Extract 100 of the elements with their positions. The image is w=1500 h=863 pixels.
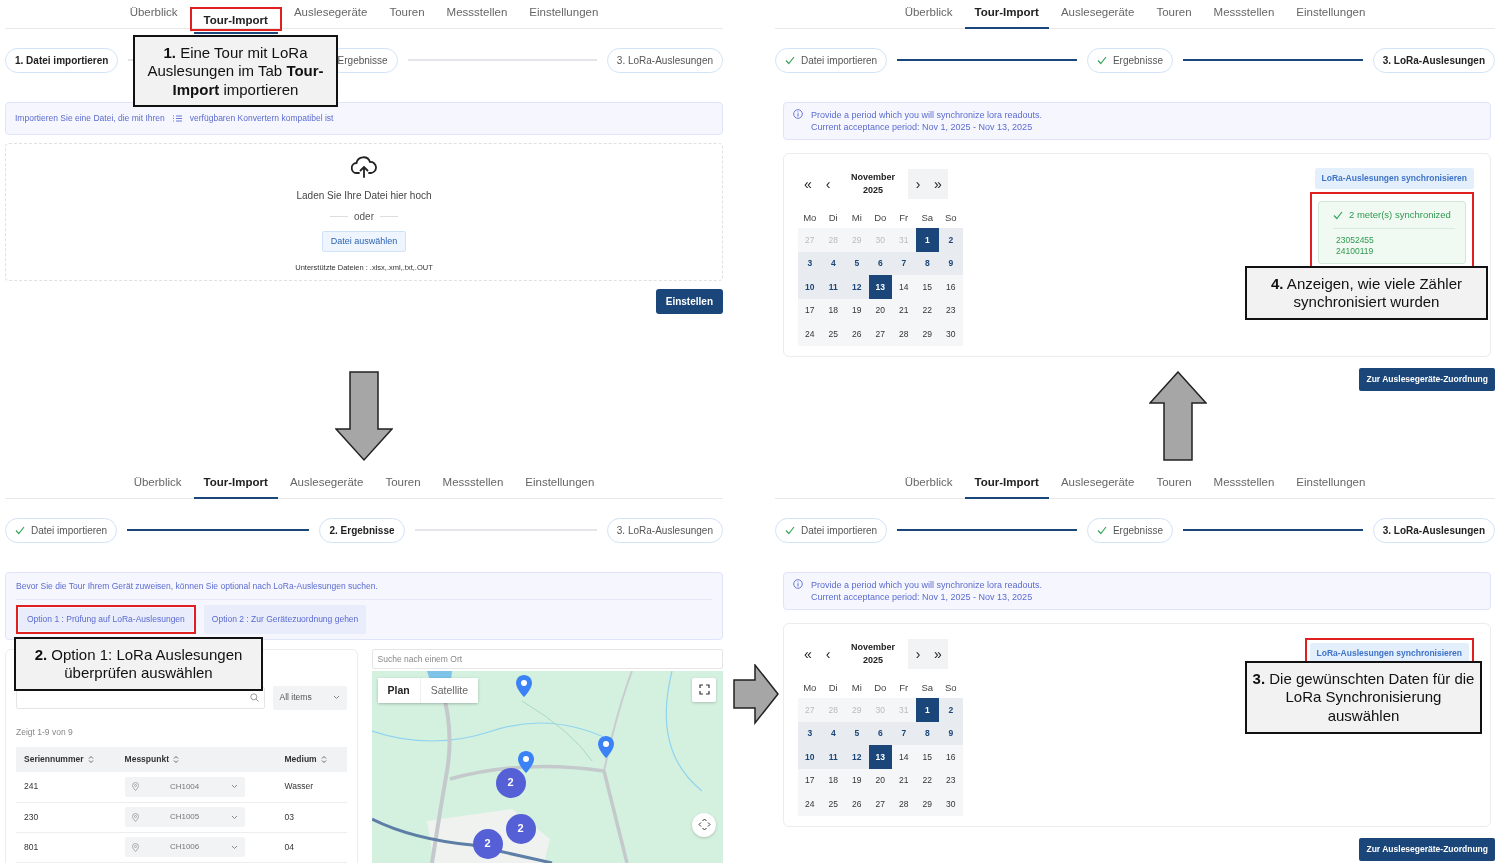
calendar-day[interactable]: 13 <box>868 275 892 299</box>
submit-button[interactable]: Einstellen <box>655 288 723 314</box>
calendar-day[interactable]: 15 <box>915 275 939 299</box>
calendar-day[interactable]: 27 <box>868 792 892 816</box>
calendar-day[interactable]: 3 <box>798 251 822 276</box>
weekday-label: Sa <box>920 681 935 696</box>
nav-tab[interactable]: Tour-Import <box>193 473 278 499</box>
calendar-day[interactable]: 30 <box>939 792 963 816</box>
nav-tab[interactable]: Messstellen <box>432 473 514 499</box>
calendar-day[interactable]: 30 <box>939 322 963 346</box>
calendar-day[interactable]: 9 <box>939 721 963 746</box>
nav-tab[interactable]: Einstellungen <box>519 3 609 29</box>
calendar-day[interactable]: 2 <box>939 228 963 252</box>
calendar-day[interactable]: 27 <box>868 322 892 346</box>
calendar-day[interactable]: 23 <box>939 298 963 323</box>
nav-tab[interactable]: Touren <box>375 473 431 499</box>
calendar-day[interactable]: 14 <box>892 275 916 299</box>
location-search-field[interactable]: Suche nach einem Ort <box>371 648 723 669</box>
choose-file-button[interactable]: Datei auswählen <box>321 230 407 253</box>
nav-tab[interactable]: Touren <box>1146 473 1202 499</box>
next-button[interactable]: Zur Auslesegeräte-Zuordnung <box>1359 368 1495 392</box>
nav-tab[interactable]: Einstellungen <box>1286 473 1376 499</box>
calendar-day[interactable]: 17 <box>798 298 822 323</box>
option-button[interactable]: Option 1 : Prüfung auf LoRa-Auslesungen <box>19 607 193 631</box>
calendar-day[interactable]: 29 <box>915 792 939 816</box>
calendar-day[interactable]: 5 <box>845 251 869 276</box>
calendar-day[interactable]: 11 <box>821 275 845 299</box>
nav-tab[interactable]: Tour-Import <box>964 3 1049 29</box>
nav-tab[interactable]: Auslesegeräte <box>283 3 378 29</box>
calendar-day[interactable]: 7 <box>892 251 916 276</box>
nav-tab[interactable]: Überblick <box>894 3 963 29</box>
calendar-day[interactable]: 26 <box>845 322 869 346</box>
calendar-day[interactable]: 12 <box>845 745 869 769</box>
calendar-day[interactable]: 17 <box>798 768 822 793</box>
calendar-day[interactable]: 14 <box>892 745 916 769</box>
nav-tab[interactable]: Messstellen <box>436 3 518 29</box>
map-pin-icon[interactable] <box>597 735 614 758</box>
calendar-day[interactable]: 29 <box>915 322 939 346</box>
info-text: Provide a period which you will synchronize lora readouts. <box>811 109 1043 122</box>
calendar-day[interactable]: 10 <box>798 275 822 299</box>
nav-tab[interactable]: Überblick <box>123 473 192 499</box>
calendar-day[interactable]: 28 <box>892 792 916 816</box>
sync-button[interactable]: LoRa-Auslesungen synchronisieren <box>1314 168 1474 190</box>
nav-tab[interactable]: Einstellungen <box>515 473 605 499</box>
calendar-day[interactable]: 7 <box>892 721 916 746</box>
nav-tab[interactable]: Auslesegeräte <box>1050 473 1145 499</box>
nav-tab[interactable]: Tour-Import <box>964 473 1049 499</box>
nav-tab[interactable]: Tour-Import <box>193 13 278 34</box>
calendar-day[interactable]: 24 <box>798 322 822 346</box>
nav-tab[interactable]: Auslesegeräte <box>279 473 374 499</box>
next-year-button[interactable]: » <box>928 639 948 670</box>
previous-month-button[interactable]: ‹ <box>818 639 838 670</box>
next-month-button[interactable]: › <box>908 169 928 200</box>
calendar-day[interactable]: 12 <box>845 275 869 299</box>
weekday-label: So <box>943 211 958 226</box>
previous-year-button[interactable]: « <box>798 639 818 670</box>
next-month-button[interactable]: › <box>908 639 928 670</box>
nav-tab[interactable]: Messstellen <box>1203 3 1285 29</box>
previous-year-button[interactable]: « <box>798 169 818 200</box>
calendar-day[interactable]: 15 <box>915 745 939 769</box>
calendar-day[interactable]: 19 <box>845 768 869 793</box>
option-button[interactable]: Option 2 : Zur Gerätezuordnung gehen <box>203 604 367 634</box>
nav-tab[interactable]: Auslesegeräte <box>1050 3 1145 29</box>
calendar-day[interactable]: 9 <box>939 251 963 276</box>
calendar-day[interactable]: 2 <box>939 698 963 722</box>
filter-dropdown[interactable]: All items <box>272 685 347 710</box>
calendar-day[interactable]: 23 <box>939 768 963 793</box>
calendar-day[interactable]: 13 <box>868 745 892 769</box>
calendar-day[interactable]: 25 <box>821 792 845 816</box>
map-pin-icon[interactable] <box>515 674 532 697</box>
calendar-day[interactable]: 21 <box>892 768 916 793</box>
nav-tab[interactable]: Überblick <box>119 3 188 29</box>
next-button[interactable]: Zur Auslesegeräte-Zuordnung <box>1359 838 1495 862</box>
calendar-day[interactable]: 24 <box>798 792 822 816</box>
calendar-day[interactable]: 26 <box>845 792 869 816</box>
nav-tab[interactable]: Touren <box>379 3 435 29</box>
fullscreen-button[interactable] <box>692 677 716 702</box>
calendar-day[interactable]: 25 <box>821 322 845 346</box>
nav-tab[interactable]: Einstellungen <box>1286 3 1376 29</box>
calendar-day[interactable]: 16 <box>939 275 963 299</box>
calendar-day[interactable]: 3 <box>798 721 822 746</box>
calendar-day[interactable]: 19 <box>845 298 869 323</box>
measuring-point-select[interactable]: CH1005 <box>124 807 245 827</box>
calendar-day[interactable]: 1 <box>915 698 939 722</box>
calendar-day[interactable]: 11 <box>821 745 845 769</box>
nav-tab[interactable]: Touren <box>1146 3 1202 29</box>
next-year-button[interactable]: » <box>928 169 948 200</box>
calendar-day[interactable]: 10 <box>798 745 822 769</box>
map-pin-icon[interactable] <box>517 750 534 773</box>
calendar-day[interactable]: 16 <box>939 745 963 769</box>
nav-tab[interactable]: Messstellen <box>1203 473 1285 499</box>
calendar-day[interactable]: 1 <box>915 228 939 252</box>
measuring-point-select[interactable]: CH1006 <box>124 837 245 857</box>
calendar-day[interactable]: 21 <box>892 298 916 323</box>
previous-month-button[interactable]: ‹ <box>818 169 838 200</box>
measuring-point-select[interactable]: CH1004 <box>124 776 245 797</box>
calendar-day[interactable]: 28 <box>892 322 916 346</box>
calendar-day[interactable]: 5 <box>845 721 869 746</box>
column-header[interactable]: Messpunkt <box>124 753 179 766</box>
nav-tab[interactable]: Überblick <box>894 473 963 499</box>
